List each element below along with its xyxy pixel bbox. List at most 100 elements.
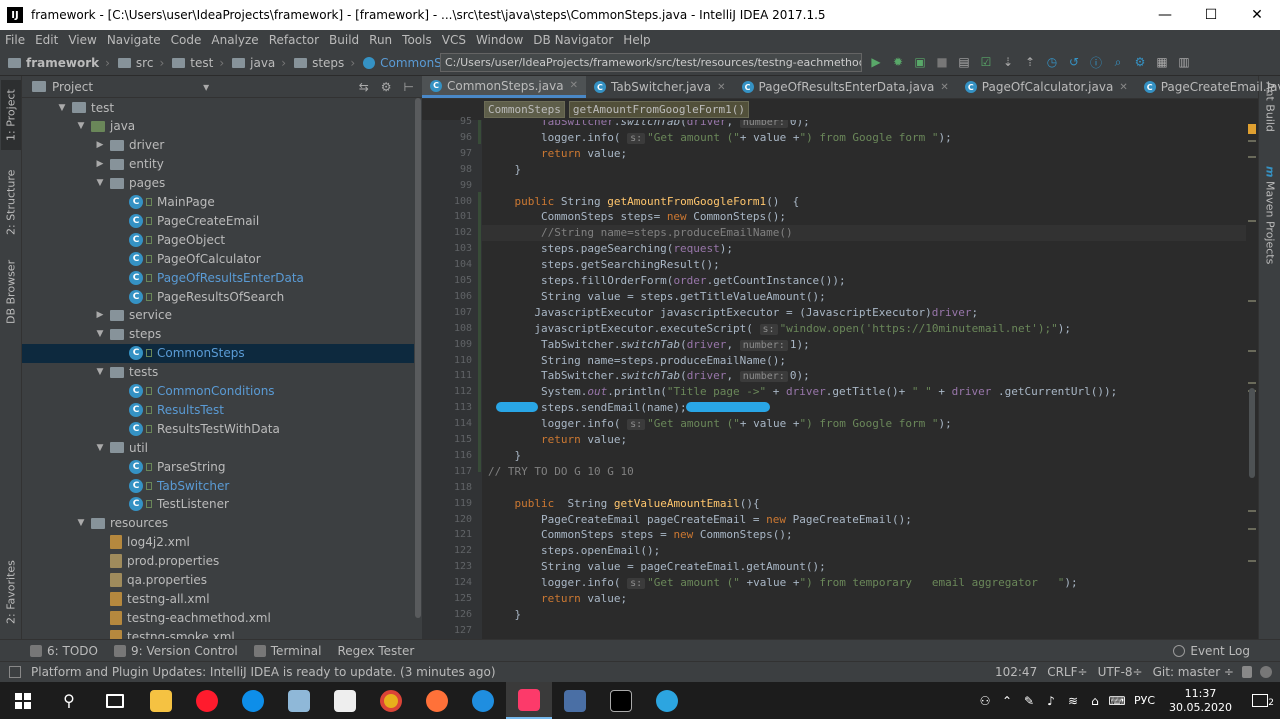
code-line[interactable]: System.out.println("Title page ->" + dri… [488, 384, 1117, 400]
inspector-icon[interactable] [1260, 666, 1272, 678]
menu-item-run[interactable]: Run [364, 33, 397, 47]
menu-item-build[interactable]: Build [324, 33, 364, 47]
stripe-marker[interactable] [1248, 350, 1256, 352]
settings-icon[interactable]: ⚙ [1132, 54, 1148, 70]
code-line[interactable]: } [488, 448, 521, 464]
nav-crumb[interactable]: java › [228, 56, 290, 70]
status-toggle-icon[interactable] [9, 666, 21, 678]
gear-icon[interactable]: ⚙ [381, 80, 392, 94]
pen-icon[interactable]: ✎ [1018, 694, 1040, 708]
module-icon[interactable]: ▦ [1154, 54, 1170, 70]
menu-item-tools[interactable]: Tools [397, 33, 437, 47]
code-line[interactable]: logger.info( s: "Get amount ("+ value +")… [488, 416, 952, 432]
breadcrumb-method[interactable]: getAmountFromGoogleForm1() [568, 101, 750, 118]
menu-item-analyze[interactable]: Analyze [206, 33, 263, 47]
tree-item[interactable]: C ResultsTest [22, 400, 422, 419]
wifi-icon[interactable]: ≋ [1062, 694, 1084, 708]
warning-marker-icon[interactable] [1248, 124, 1256, 134]
nav-crumb[interactable]: test › [168, 56, 228, 70]
expand-down-icon[interactable]: ▼ [94, 443, 106, 453]
vcs-change-marker[interactable] [478, 192, 481, 472]
expand-down-icon[interactable]: ▼ [56, 103, 68, 113]
code-line[interactable]: steps.getSearchingResult(); [488, 257, 720, 273]
tree-item[interactable]: testng-all.xml [22, 589, 422, 608]
tab-close-icon[interactable]: ✕ [1119, 82, 1127, 93]
vcs-update-icon[interactable]: ⇣ [1000, 54, 1016, 70]
toolwindow-regex-tester[interactable]: Regex Tester [329, 644, 422, 658]
stripe-marker[interactable] [1248, 528, 1256, 530]
code-line[interactable]: CommonSteps steps= new CommonSteps(); [488, 209, 786, 225]
run-configuration-select[interactable]: C:/Users/user/IdeaProjects/framework/src… [440, 53, 862, 72]
menu-item-window[interactable]: Window [471, 33, 528, 47]
lock-icon[interactable] [1242, 666, 1252, 678]
code-line[interactable]: steps.pageSearching(request); [488, 241, 733, 257]
tree-item[interactable]: ▼ resources [22, 514, 422, 533]
code-line[interactable]: CommonSteps steps = new CommonSteps(); [488, 527, 793, 543]
breadcrumb-class[interactable]: CommonSteps [484, 101, 565, 118]
tree-item[interactable]: ▼ util [22, 438, 422, 457]
menu-item-file[interactable]: File [0, 33, 30, 47]
tree-item[interactable]: prod.properties [22, 552, 422, 571]
tree-item[interactable]: C PageOfResultsEnterData [22, 268, 422, 287]
tab-close-icon[interactable]: ✕ [940, 82, 948, 93]
project-view-dropdown[interactable]: ▾ [203, 80, 209, 94]
menu-item-help[interactable]: Help [618, 33, 655, 47]
terminal-icon[interactable] [598, 682, 644, 719]
people-icon[interactable]: ⚇ [974, 694, 996, 708]
menu-item-edit[interactable]: Edit [30, 33, 63, 47]
code-line[interactable]: steps.fillOrderForm(order.getCountInstan… [488, 273, 846, 289]
tab-project[interactable]: 1: Project [1, 80, 21, 150]
edge-icon[interactable] [460, 682, 506, 719]
tree-item[interactable]: ▼ java [22, 117, 422, 136]
tree-item[interactable]: C PageOfCalculator [22, 249, 422, 268]
git-branch[interactable]: Git: master ÷ [1153, 665, 1234, 679]
code-line[interactable]: steps.openEmail(); [488, 543, 660, 559]
menu-item-navigate[interactable]: Navigate [102, 33, 166, 47]
code-line[interactable]: TabSwitcher.switchTab(driver, number: 0); [488, 368, 810, 384]
start-button[interactable] [0, 682, 46, 719]
opera-icon[interactable] [184, 682, 230, 719]
code-line[interactable]: public String getAmountFromGoogleForm1()… [488, 194, 800, 210]
tree-item[interactable]: C PageResultsOfSearch [22, 287, 422, 306]
tab-close-icon[interactable]: ✕ [717, 82, 725, 93]
menu-item-code[interactable]: Code [166, 33, 207, 47]
caret-position[interactable]: 102:47 [995, 665, 1037, 679]
close-button[interactable]: ✕ [1234, 0, 1280, 30]
save-disk-icon[interactable] [552, 682, 598, 719]
tab-structure[interactable]: 2: Structure [1, 162, 21, 242]
expand-right-icon[interactable]: ▶ [94, 310, 106, 320]
telegram-icon[interactable] [644, 682, 690, 719]
stripe-marker[interactable] [1248, 300, 1256, 302]
tree-item[interactable]: ▼ tests [22, 363, 422, 382]
code-line[interactable]: PageCreateEmail pageCreateEmail = new Pa… [488, 512, 912, 528]
clock[interactable]: 11:37 30.05.2020 [1161, 687, 1240, 715]
tree-item[interactable]: C TabSwitcher [22, 476, 422, 495]
toolwindow-version-control[interactable]: 9: Version Control [106, 644, 246, 658]
code-line[interactable]: return value; [488, 591, 627, 607]
menu-item-db-navigator[interactable]: DB Navigator [528, 33, 618, 47]
stripe-marker[interactable] [1248, 156, 1256, 158]
tab-favorites[interactable]: 2: Favorites [1, 552, 21, 632]
code-line[interactable]: String value = pageCreateEmail.getAmount… [488, 559, 826, 575]
expand-right-icon[interactable]: ▶ [94, 159, 106, 169]
code-line[interactable]: logger.info( s: "Get amount ("+ value +")… [488, 130, 952, 146]
tree-item[interactable]: ▼ steps [22, 325, 422, 344]
tree-item[interactable]: C MainPage [22, 193, 422, 212]
editor-tab[interactable]: CPageCreateEmail.java✕ [1136, 76, 1280, 98]
stop-icon[interactable]: ■ [934, 54, 950, 70]
stripe-marker[interactable] [1248, 382, 1256, 384]
code-line[interactable]: String name=steps.produceEmailName(); [488, 353, 786, 369]
expand-down-icon[interactable]: ▼ [94, 367, 106, 377]
code-line[interactable]: //String name=steps.produceEmailName() [482, 225, 1258, 242]
task-view-icon[interactable] [92, 682, 138, 719]
file-explorer-icon[interactable] [138, 682, 184, 719]
layout-icon[interactable]: ▥ [1176, 54, 1192, 70]
stripe-marker[interactable] [1248, 220, 1256, 222]
event-log-button[interactable]: Event Log [1165, 644, 1258, 658]
firefox-icon[interactable] [414, 682, 460, 719]
coverage-icon[interactable]: ▣ [912, 54, 928, 70]
expand-right-icon[interactable]: ▶ [94, 140, 106, 150]
tree-item[interactable]: ▼ test [22, 98, 422, 117]
toolwindow-terminal[interactable]: Terminal [246, 644, 330, 658]
file-encoding[interactable]: UTF-8÷ [1098, 665, 1143, 679]
